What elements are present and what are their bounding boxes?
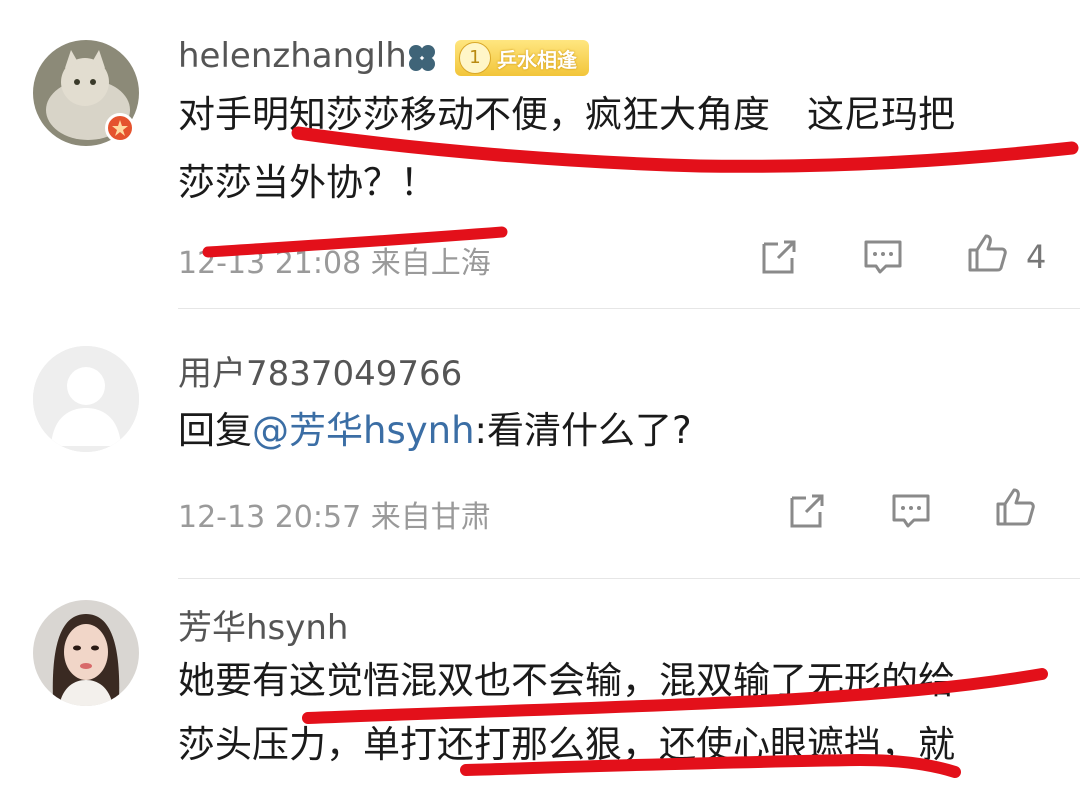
comment-item: 用户7837049766 回复@芳华hsynh:看清什么了? 12-13 20:… bbox=[0, 310, 1080, 580]
share-icon[interactable] bbox=[758, 236, 800, 278]
comment-text: 回复@芳华hsynh:看清什么了? bbox=[178, 402, 1058, 460]
badge-label: 乒水相逢 bbox=[497, 47, 577, 72]
username[interactable]: 芳华hsynh bbox=[178, 600, 348, 649]
like-count: 4 bbox=[1026, 238, 1047, 276]
clover-icon bbox=[409, 45, 435, 71]
comment-line: 莎莎当外协？！ bbox=[178, 161, 437, 204]
badge-level: 1 bbox=[459, 42, 491, 74]
comment-meta: 12-13 21:08 来自上海 bbox=[178, 246, 491, 281]
comment-text: 她要有这觉悟混双也不会输，混双输了无形的给 莎头压力，单打还打那么狠，还使心眼遮… bbox=[178, 652, 1058, 774]
fan-level-badge[interactable]: 1 乒水相逢 bbox=[455, 40, 589, 76]
divider bbox=[178, 578, 1080, 579]
reply-text: :看清什么了? bbox=[474, 409, 692, 452]
mention-link[interactable]: @芳华hsynh bbox=[252, 409, 475, 452]
comment-line: 对手明知莎莎移动不便，疯狂大角度 这尼玛把 bbox=[178, 93, 955, 136]
avatar[interactable] bbox=[33, 600, 139, 706]
comment-item: helenzhanglh 1 乒水相逢 对手明知莎莎移动不便，疯狂大角度 这尼玛… bbox=[0, 0, 1080, 300]
comment-line: 莎头压力，单打还打那么狠，还使心眼遮挡，就 bbox=[178, 723, 955, 766]
comment-item: 芳华hsynh 她要有这觉悟混双也不会输，混双输了无形的给 莎头压力，单打还打那… bbox=[0, 580, 1080, 787]
comment-text: 对手明知莎莎移动不便，疯狂大角度 这尼玛把 莎莎当外协？！ bbox=[178, 86, 1058, 212]
comment-line: 她要有这觉悟混双也不会输，混双输了无形的给 bbox=[178, 659, 955, 702]
verified-badge-icon bbox=[105, 113, 135, 143]
like-icon[interactable] bbox=[994, 486, 1036, 528]
comment-meta: 12-13 20:57 来自甘肃 bbox=[178, 500, 491, 535]
divider bbox=[178, 308, 1080, 309]
username[interactable]: 用户7837049766 bbox=[178, 346, 462, 395]
comment-icon[interactable] bbox=[862, 236, 904, 278]
comment-icon[interactable] bbox=[890, 490, 932, 532]
avatar[interactable] bbox=[33, 346, 139, 452]
username[interactable]: helenzhanglh bbox=[178, 36, 407, 76]
share-icon[interactable] bbox=[786, 490, 828, 532]
reply-prefix: 回复 bbox=[178, 409, 252, 452]
like-icon[interactable] bbox=[966, 232, 1008, 274]
